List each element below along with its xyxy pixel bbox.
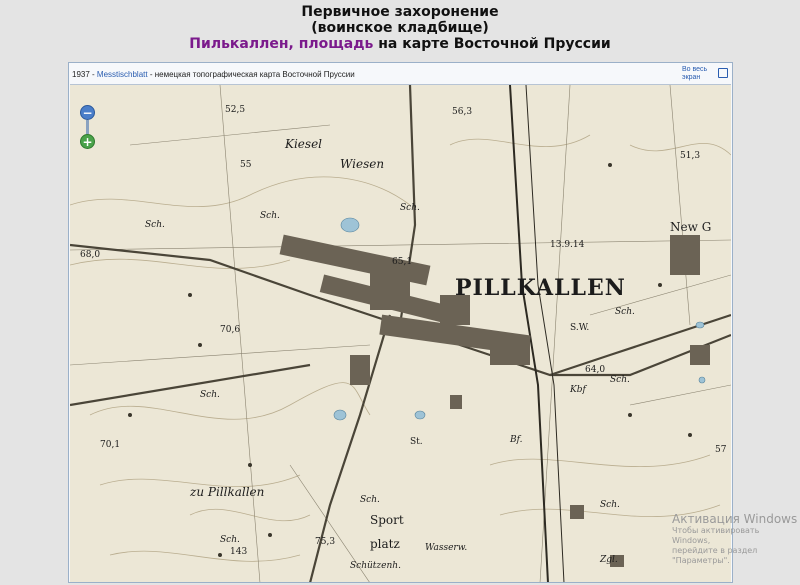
label-elev-68: 68,0: [80, 250, 101, 260]
header-line-3: Пилькаллен, площадь на карте Восточной П…: [0, 36, 800, 52]
label-elev-651: 65,1: [392, 257, 413, 267]
header-line-3-suffix: на карте Восточной Пруссии: [373, 36, 611, 52]
label-elev-70-1: 70,1: [100, 440, 121, 450]
caption-rest: - немецкая топографическая карта Восточн…: [147, 70, 355, 79]
watermark-title: Активация Windows: [672, 512, 798, 526]
label-sch-1: Sch.: [145, 220, 165, 230]
town-label: PILLKALLEN: [455, 275, 626, 301]
label-sch-6: Sch.: [610, 375, 630, 385]
label-elev-55: 55: [240, 160, 252, 170]
map-viewport[interactable]: PILLKALLEN Kiesel Wiesen New G zu Pillka…: [70, 84, 731, 582]
label-new-g: New G: [670, 220, 712, 234]
page-header: Первичное захоронение (воинское кладбище…: [0, 0, 800, 60]
label-zu-pillkallen: zu Pillkallen: [190, 485, 265, 499]
map-caption: 1937 - Messtischblatt - немецкая топогра…: [72, 66, 682, 84]
label-sch-8: Sch.: [220, 535, 240, 545]
label-wiesen: Wiesen: [340, 157, 385, 171]
label-kbf: Kbf: [570, 385, 586, 395]
fullscreen-icon: [718, 68, 728, 78]
fullscreen-button[interactable]: Во весь экран: [682, 66, 728, 82]
caption-year: 1937 -: [72, 70, 97, 79]
label-sch-7: Sch.: [600, 500, 620, 510]
header-line-2: (воинское кладбище): [311, 20, 489, 36]
zoom-control: − +: [80, 105, 96, 149]
label-platz: platz: [370, 537, 400, 551]
label-elev-51: 51,3: [680, 151, 701, 161]
label-sch-5: Sch.: [615, 307, 635, 317]
label-elev-70: 70,6: [220, 325, 241, 335]
label-elev-143: 143: [230, 547, 248, 557]
label-elev-64: 64,0: [585, 365, 606, 375]
label-sch-9: Sch.: [360, 495, 380, 505]
map-image: [70, 85, 731, 582]
label-sch-3: Sch.: [400, 203, 420, 213]
windows-activation-watermark: Активация Windows Чтобы активировать Win…: [672, 512, 800, 566]
map-panel: 1937 - Messtischblatt - немецкая топогра…: [68, 62, 733, 583]
watermark-sub-1: Чтобы активировать Windows,: [672, 526, 760, 545]
label-sw: S.W.: [570, 323, 590, 333]
label-date-mark: 13.9.14: [550, 240, 585, 250]
label-elev-57: 57: [715, 445, 727, 455]
zoom-in-button[interactable]: +: [80, 134, 95, 149]
messtischblatt-link[interactable]: Messtischblatt: [97, 70, 148, 79]
label-sch-2: Sch.: [260, 211, 280, 221]
label-elev-52: 52,5: [225, 105, 246, 115]
label-st: St.: [410, 437, 423, 447]
label-bf: Bf.: [510, 435, 523, 445]
label-elev-75: 75,3: [315, 537, 336, 547]
label-schutzenh: Schützenh.: [350, 561, 401, 571]
label-kiesel: Kiesel: [285, 137, 323, 151]
header-line-1: Первичное захоронение: [301, 4, 499, 20]
label-elev-56: 56,3: [452, 107, 473, 117]
zoom-slider-track[interactable]: [86, 120, 89, 134]
label-zgl: Zgl.: [600, 555, 618, 565]
watermark-sub-2: перейдите в раздел "Параметры".: [672, 546, 758, 565]
label-wasserw: Wasserw.: [425, 543, 468, 553]
label-sch-4: Sch.: [200, 390, 220, 400]
zoom-out-button[interactable]: −: [80, 105, 95, 120]
place-link[interactable]: Пилькаллен, площадь: [189, 36, 373, 52]
label-sport: Sport: [370, 513, 404, 527]
